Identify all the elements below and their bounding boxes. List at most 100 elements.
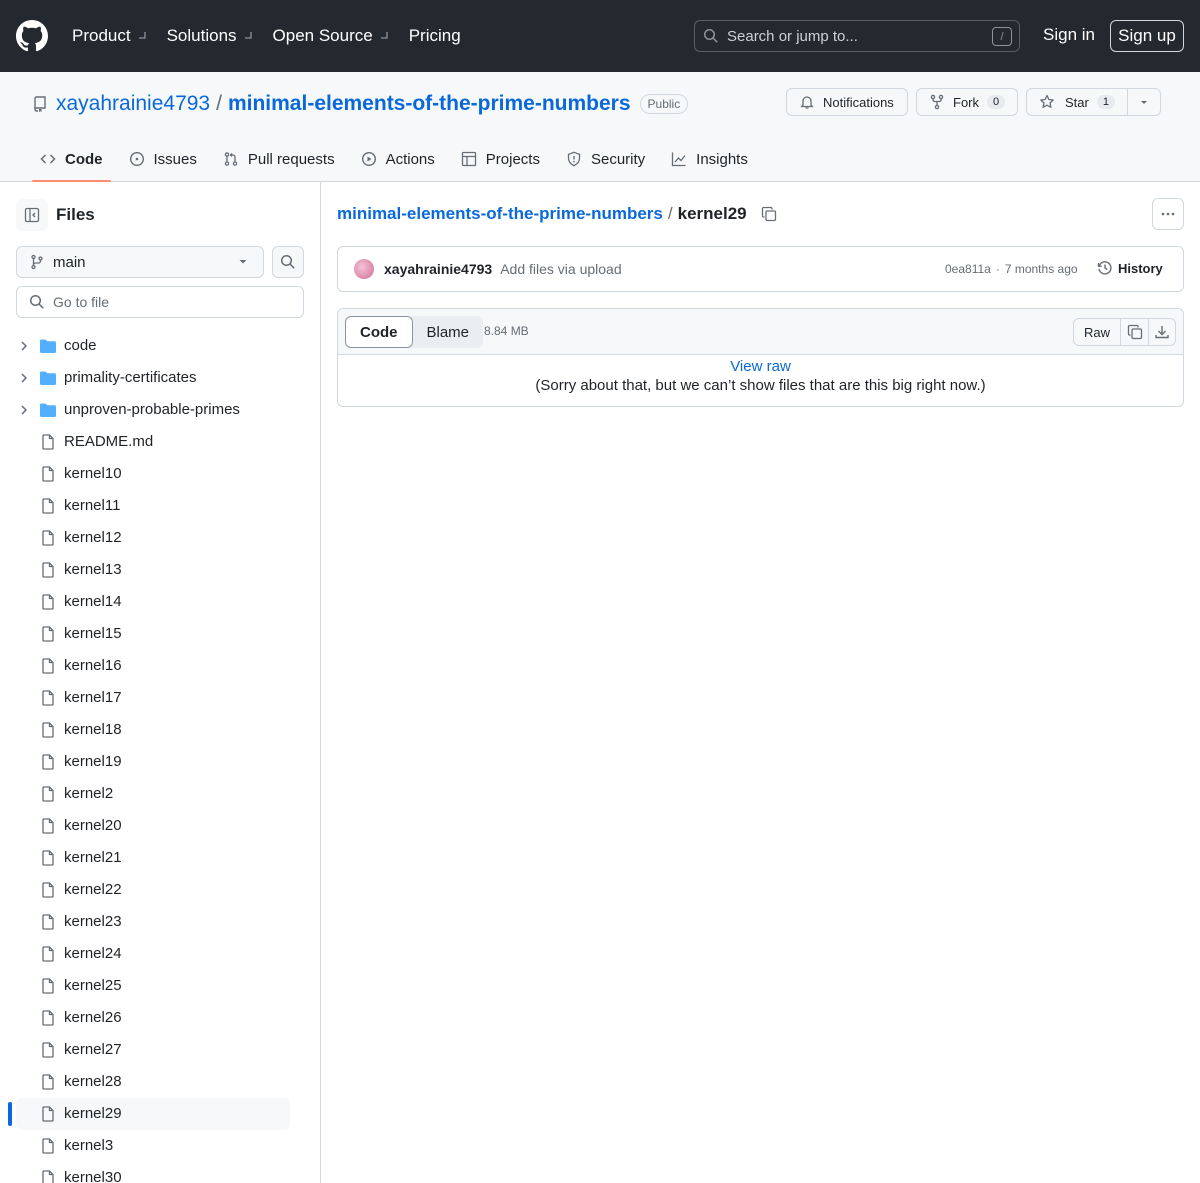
file-icon bbox=[40, 690, 56, 706]
tab-insights-label: Insights bbox=[696, 150, 748, 168]
commit-time: 7 months ago bbox=[1004, 262, 1078, 276]
table-icon bbox=[461, 151, 477, 167]
chevron-right-icon[interactable] bbox=[18, 340, 30, 352]
notifications-button[interactable]: Notifications bbox=[786, 88, 908, 116]
tab-actions[interactable]: Actions bbox=[353, 136, 443, 182]
breadcrumb-repo-link[interactable]: minimal-elements-of-the-prime-numbers bbox=[337, 204, 663, 224]
code-icon bbox=[40, 151, 56, 167]
file-icon bbox=[40, 1010, 56, 1026]
repo-owner-link[interactable]: xayahrainie4793 bbox=[56, 92, 210, 116]
tree-file-item[interactable]: kernel26 bbox=[0, 1002, 320, 1034]
nav-solutions[interactable]: Solutions bbox=[167, 26, 253, 46]
tree-folder-item[interactable]: primality-certificates bbox=[0, 362, 320, 394]
tree-folder-item[interactable]: code bbox=[0, 330, 320, 362]
commit-sha-link[interactable]: 0ea811a bbox=[945, 262, 991, 276]
sign-in-link[interactable]: Sign in bbox=[1043, 25, 1095, 45]
file-icon bbox=[40, 530, 56, 546]
sidebar-collapse-icon[interactable] bbox=[16, 199, 48, 231]
commit-author-link[interactable]: xayahrainie4793 bbox=[384, 261, 492, 277]
github-logo-icon[interactable] bbox=[16, 20, 48, 52]
fork-button[interactable]: Fork 0 bbox=[916, 88, 1018, 116]
tree-file-item[interactable]: kernel30 bbox=[0, 1162, 320, 1183]
tree-file-item[interactable]: kernel12 bbox=[0, 522, 320, 554]
tree-file-item[interactable]: kernel16 bbox=[0, 650, 320, 682]
file-icon bbox=[40, 850, 56, 866]
tree-file-item[interactable]: kernel21 bbox=[0, 842, 320, 874]
history-button[interactable]: History bbox=[1097, 260, 1163, 276]
fork-count: 0 bbox=[987, 95, 1006, 109]
nav-product[interactable]: Product bbox=[72, 26, 147, 46]
tree-file-item[interactable]: kernel22 bbox=[0, 874, 320, 906]
tab-projects[interactable]: Projects bbox=[453, 136, 548, 182]
visibility-badge: Public bbox=[639, 94, 689, 114]
global-header: Product Solutions Open Source Pricing Se… bbox=[0, 0, 1200, 72]
tree-file-item[interactable]: kernel15 bbox=[0, 618, 320, 650]
star-lists-dropdown[interactable] bbox=[1128, 89, 1160, 115]
nav-open-source[interactable]: Open Source bbox=[273, 26, 389, 46]
tree-folder-item[interactable]: unproven-probable-primes bbox=[0, 394, 320, 426]
tab-insights[interactable]: Insights bbox=[663, 136, 756, 182]
sidebar-header: Files bbox=[16, 199, 95, 231]
tree-file-item[interactable]: kernel24 bbox=[0, 938, 320, 970]
tree-file-item[interactable]: kernel3 bbox=[0, 1130, 320, 1162]
tab-pull-requests[interactable]: Pull requests bbox=[215, 136, 343, 182]
sign-up-button[interactable]: Sign up bbox=[1110, 20, 1184, 52]
tree-file-item[interactable]: kernel19 bbox=[0, 746, 320, 778]
tree-file-item[interactable]: kernel10 bbox=[0, 458, 320, 490]
branch-selector[interactable]: main bbox=[16, 246, 264, 278]
chevron-right-icon[interactable] bbox=[18, 404, 30, 416]
copy-raw-icon[interactable] bbox=[1121, 319, 1148, 345]
copy-path-icon[interactable] bbox=[761, 206, 777, 222]
view-raw-link[interactable]: View raw bbox=[338, 358, 1183, 375]
fork-label: Fork bbox=[953, 94, 979, 110]
download-icon[interactable] bbox=[1148, 319, 1175, 345]
tree-file-item[interactable]: kernel29 bbox=[0, 1098, 320, 1130]
file-tree-sidebar: Files main Go to file code primality-cert… bbox=[0, 182, 321, 1183]
tree-file-item[interactable]: README.md bbox=[0, 426, 320, 458]
tree-file-item[interactable]: kernel18 bbox=[0, 714, 320, 746]
tab-issues[interactable]: Issues bbox=[121, 136, 205, 182]
commit-meta: 0ea811a · 7 months ago bbox=[945, 262, 1078, 276]
file-icon bbox=[40, 1106, 56, 1122]
tree-file-item[interactable]: kernel25 bbox=[0, 970, 320, 1002]
commit-message-link[interactable]: Add files via upload bbox=[500, 261, 621, 277]
tree-item-label: kernel10 bbox=[64, 465, 122, 482]
more-options-button[interactable] bbox=[1152, 198, 1184, 230]
file-icon bbox=[40, 882, 56, 898]
repo-name-link[interactable]: minimal-elements-of-the-prime-numbers bbox=[228, 92, 631, 116]
avatar[interactable] bbox=[354, 259, 374, 279]
blame-view-button[interactable]: Blame bbox=[413, 316, 484, 348]
star-button[interactable]: Star 1 bbox=[1027, 89, 1128, 115]
tab-code[interactable]: Code bbox=[32, 136, 111, 182]
file-actions: Raw bbox=[1072, 318, 1176, 346]
tree-file-item[interactable]: kernel13 bbox=[0, 554, 320, 586]
file-icon bbox=[40, 978, 56, 994]
tree-file-item[interactable]: kernel23 bbox=[0, 906, 320, 938]
tree-file-item[interactable]: kernel14 bbox=[0, 586, 320, 618]
file-search-button[interactable] bbox=[272, 246, 304, 278]
tree-item-label: kernel13 bbox=[64, 561, 122, 578]
tree-file-item[interactable]: kernel11 bbox=[0, 490, 320, 522]
file-icon bbox=[40, 818, 56, 834]
tree-file-item[interactable]: kernel2 bbox=[0, 778, 320, 810]
file-icon bbox=[40, 626, 56, 642]
file-too-big-message: (Sorry about that, but we can’t show fil… bbox=[535, 377, 986, 394]
tree-file-item[interactable]: kernel28 bbox=[0, 1066, 320, 1098]
file-size: 8.84 MB bbox=[484, 324, 529, 338]
chevron-right-icon[interactable] bbox=[18, 372, 30, 384]
tab-security[interactable]: Security bbox=[558, 136, 653, 182]
code-view-button[interactable]: Code bbox=[345, 316, 413, 348]
file-content: View raw (Sorry about that, but we can’t… bbox=[338, 355, 1183, 394]
tree-file-item[interactable]: kernel17 bbox=[0, 682, 320, 714]
go-to-file-input[interactable]: Go to file bbox=[16, 286, 304, 318]
nav-pricing[interactable]: Pricing bbox=[409, 26, 461, 46]
tree-file-item[interactable]: kernel27 bbox=[0, 1034, 320, 1066]
chevron-down-icon bbox=[379, 31, 389, 41]
repo-tabs: Code Issues Pull requests Actions Projec… bbox=[32, 136, 766, 182]
tree-file-item[interactable]: kernel20 bbox=[0, 810, 320, 842]
file-icon bbox=[40, 1074, 56, 1090]
raw-button[interactable]: Raw bbox=[1074, 319, 1121, 345]
global-search-input[interactable]: Search or jump to... / bbox=[694, 20, 1020, 52]
repo-icon bbox=[32, 96, 48, 112]
star-label: Star bbox=[1065, 94, 1089, 110]
